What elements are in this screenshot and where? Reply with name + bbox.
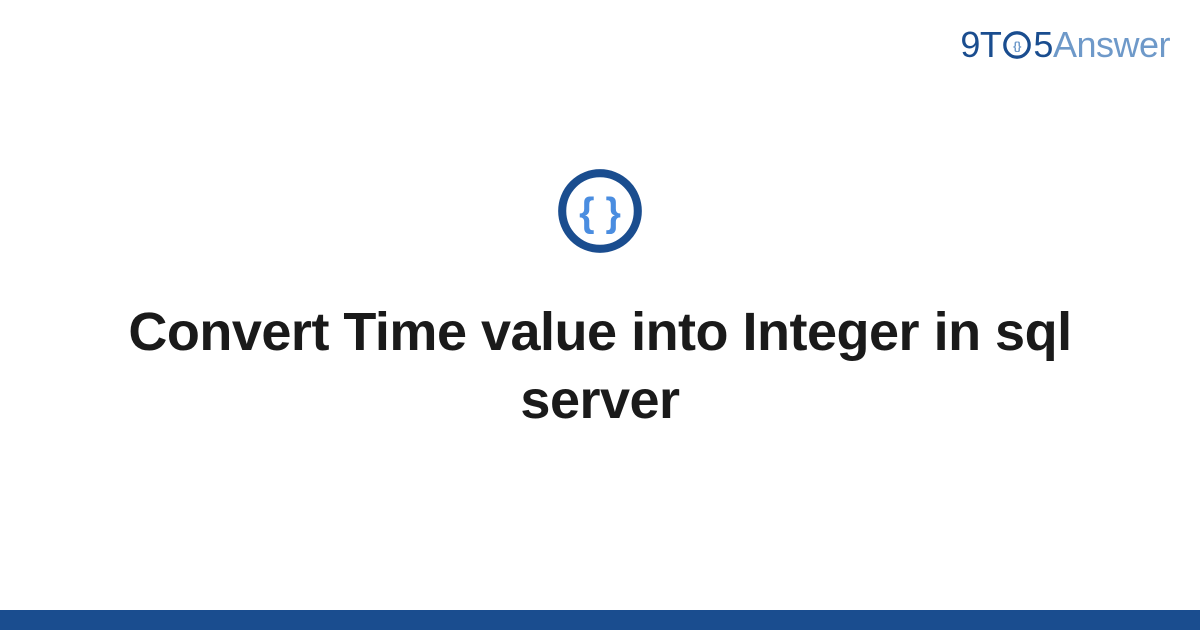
page-title: Convert Time value into Integer in sql s… [60, 299, 1140, 434]
main-content: { } Convert Time value into Integer in s… [0, 0, 1200, 630]
bottom-accent-bar [0, 610, 1200, 630]
svg-text:{ }: { } [579, 190, 621, 234]
code-braces-icon: { } [555, 166, 645, 261]
